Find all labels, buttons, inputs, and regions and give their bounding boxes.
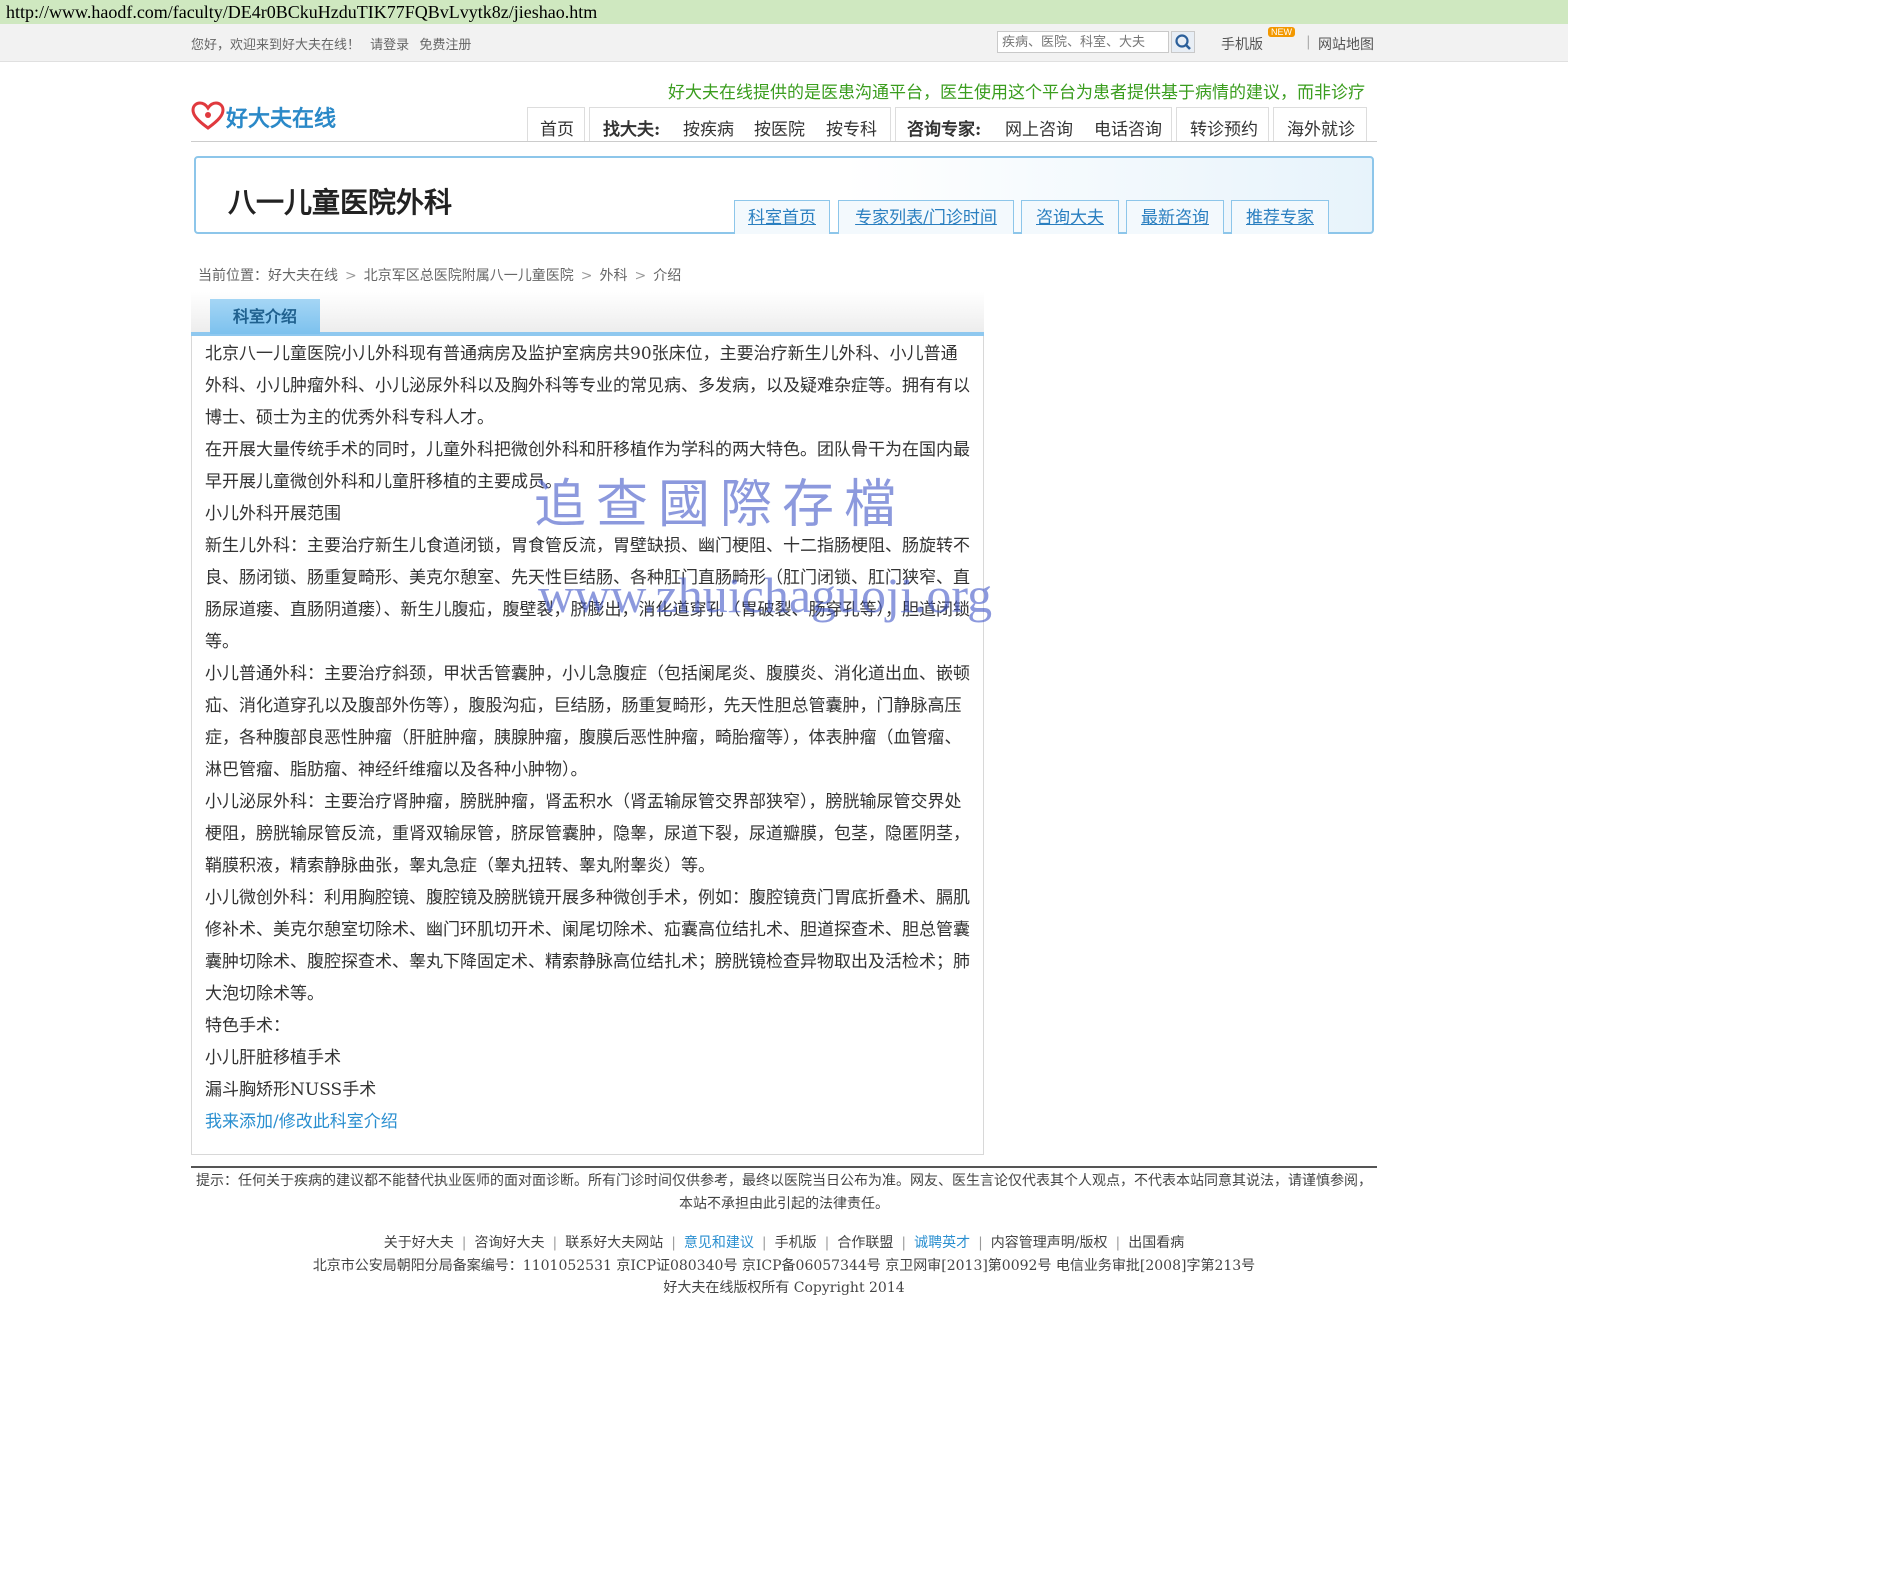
chevron-right-icon: > <box>580 268 593 284</box>
divider: | <box>1306 34 1311 50</box>
footer-record: 北京市公安局朝阳分局备案编号：1101052531 京ICP证080340号 京… <box>312 1258 1256 1274</box>
intro-paragraph: 特色手术： <box>205 1016 290 1036</box>
divider: | <box>761 1235 767 1251</box>
nav-group-overseas: 海外就诊 <box>1273 107 1367 142</box>
breadcrumb-label: 当前位置： <box>198 268 268 284</box>
edit-intro-link[interactable]: 我来添加/修改此科室介绍 <box>205 1106 970 1138</box>
new-badge: NEW <box>1268 27 1295 37</box>
divider: | <box>978 1235 983 1251</box>
tab-dept-intro[interactable]: 科室介绍 <box>210 299 320 334</box>
intro-paragraph: 北京八一儿童医院小儿外科现有普通病房及监护室病房共90张床位，主要治疗新生儿外科… <box>205 344 970 428</box>
footer-link-copyright[interactable]: 内容管理声明/版权 <box>991 1235 1108 1251</box>
nav-by-hospital[interactable]: 按医院 <box>754 115 805 140</box>
intro-paragraph: 小儿泌尿外科：主要治疗肾肿瘤，膀胱肿瘤，肾盂积水（肾盂输尿管交界部狭窄），膀胱输… <box>205 792 970 876</box>
nav-phone-consult[interactable]: 电话咨询 <box>1094 115 1162 140</box>
nav-consult-label: 咨询专家: <box>907 120 982 140</box>
footer-link-abroad[interactable]: 出国看病 <box>1128 1235 1184 1251</box>
nav-group-referral: 转诊预约 <box>1176 107 1269 142</box>
divider: | <box>461 1235 467 1251</box>
tip-divider <box>191 1166 1377 1168</box>
nav-by-dept[interactable]: 按专科 <box>826 115 877 140</box>
intro-paragraph: 漏斗胸矫形NUSS手术 <box>205 1080 377 1100</box>
search-button[interactable] <box>1171 31 1195 53</box>
nav-group-find: 找大夫: 按疾病 按医院 按专科 <box>589 107 891 142</box>
logo-text[interactable]: 好大夫在线 <box>226 101 336 133</box>
breadcrumb: 当前位置：好大夫在线 > 北京军区总医院附属八一儿童医院 > 外科 > 介绍 <box>198 265 681 285</box>
sitemap-link[interactable]: 网站地图 <box>1318 34 1374 54</box>
breadcrumb-item-dept[interactable]: 外科 <box>599 268 627 284</box>
divider: | <box>552 1235 558 1251</box>
breadcrumb-item-current: 介绍 <box>653 268 682 284</box>
breadcrumb-item-hospital[interactable]: 北京军区总医院附属八一儿童医院 <box>364 268 574 284</box>
watermark-title: 追查國際存檔 <box>534 475 907 535</box>
footer-links: 关于好大夫 | 咨询好大夫 | 联系好大夫网站 | 意见和建议 | 手机版 | 合作联盟 | 诚聘英才 |… <box>0 1232 1568 1252</box>
intro-paragraph: 小儿微创外科：利用胸腔镜、腹腔镜及膀胱镜开展多种微创手术，例如：腹腔镜贲门胃底折… <box>205 888 970 1004</box>
chevron-right-icon: > <box>634 268 647 284</box>
search-input[interactable] <box>997 31 1169 53</box>
url-bar[interactable]: http://www.haodf.com/faculty/DE4r0BCkuHz… <box>0 0 1568 25</box>
tab-recommended-experts[interactable]: 推荐专家 <box>1231 200 1329 234</box>
tab-consult-doctor[interactable]: 咨询大夫 <box>1021 200 1119 234</box>
divider: | <box>824 1235 830 1251</box>
footer-link-jobs[interactable]: 诚聘英才 <box>914 1235 970 1251</box>
register-link[interactable]: 免费注册 <box>419 38 471 53</box>
watermark-url: www.zhuichaguoji.org <box>538 567 993 623</box>
footer-link-feedback[interactable]: 意见和建议 <box>684 1235 754 1251</box>
footer-link-about[interactable]: 关于好大夫 <box>384 1235 454 1251</box>
footer-link-consult[interactable]: 咨询好大夫 <box>474 1235 544 1251</box>
intro-content: 北京八一儿童医院小儿外科现有普通病房及监护室病房共90张床位，主要治疗新生儿外科… <box>205 338 970 1138</box>
tab-dept-home[interactable]: 科室首页 <box>734 200 830 234</box>
footer-link-mobile[interactable]: 手机版 <box>775 1235 817 1251</box>
nav-find-label: 找大夫: <box>603 120 661 140</box>
login-link[interactable]: 请登录 <box>370 38 409 53</box>
tab-latest-consult[interactable]: 最新咨询 <box>1126 200 1224 234</box>
breadcrumb-item-site[interactable]: 好大夫在线 <box>268 268 338 284</box>
tab-expert-list[interactable]: 专家列表/门诊时间 <box>838 200 1014 234</box>
nav-online-consult[interactable]: 网上咨询 <box>1005 115 1073 140</box>
nav-divider <box>191 141 1377 142</box>
footer-link-contact[interactable]: 联系好大夫网站 <box>565 1235 663 1251</box>
nav-overseas[interactable]: 海外就诊 <box>1287 115 1355 140</box>
nav-group-home: 首页 <box>527 107 585 142</box>
nav-home[interactable]: 首页 <box>540 115 574 140</box>
url-text: http://www.haodf.com/faculty/DE4r0BCkuHz… <box>6 2 598 22</box>
welcome-text: 您好，欢迎来到好大夫在线！ <box>191 38 361 53</box>
nav-referral[interactable]: 转诊预约 <box>1190 115 1258 140</box>
dept-title: 八一儿童医院外科 <box>228 186 453 219</box>
mobile-link[interactable]: 手机版 <box>1221 34 1263 54</box>
nav-by-disease[interactable]: 按疾病 <box>683 115 734 140</box>
footer-copyright: 好大夫在线版权所有 Copyright 2014 <box>663 1280 905 1296</box>
footer-link-partners[interactable]: 合作联盟 <box>837 1235 893 1251</box>
welcome-area: 您好，欢迎来到好大夫在线！ 请登录 免费注册 <box>191 34 471 53</box>
divider: | <box>1115 1235 1121 1251</box>
tip-text: 提示：任何关于疾病的建议都不能替代执业医师的面对面诊断。所有门诊时间仅供参考，最… <box>196 1173 1372 1212</box>
divider: | <box>901 1235 907 1251</box>
top-bar: 您好，欢迎来到好大夫在线！ 请登录 免费注册 手机版 NEW | 网站地图 <box>0 24 1568 62</box>
logo-icon[interactable] <box>191 101 225 131</box>
divider: | <box>671 1235 676 1251</box>
intro-paragraph: 小儿普通外科：主要治疗斜颈，甲状舌管囊肿，小儿急腹症（包括阑尾炎、腹膜炎、消化道… <box>205 664 970 780</box>
intro-paragraph: 小儿肝脏移植手术 <box>205 1048 341 1068</box>
disclaimer-text: 好大夫在线提供的是医患沟通平台，医生使用这个平台为患者提供基于病情的建议，而非诊… <box>668 83 1365 103</box>
search-icon <box>1175 34 1191 50</box>
nav-group-consult: 咨询专家: 网上咨询 电话咨询 <box>895 107 1172 142</box>
chevron-right-icon: > <box>345 268 357 284</box>
